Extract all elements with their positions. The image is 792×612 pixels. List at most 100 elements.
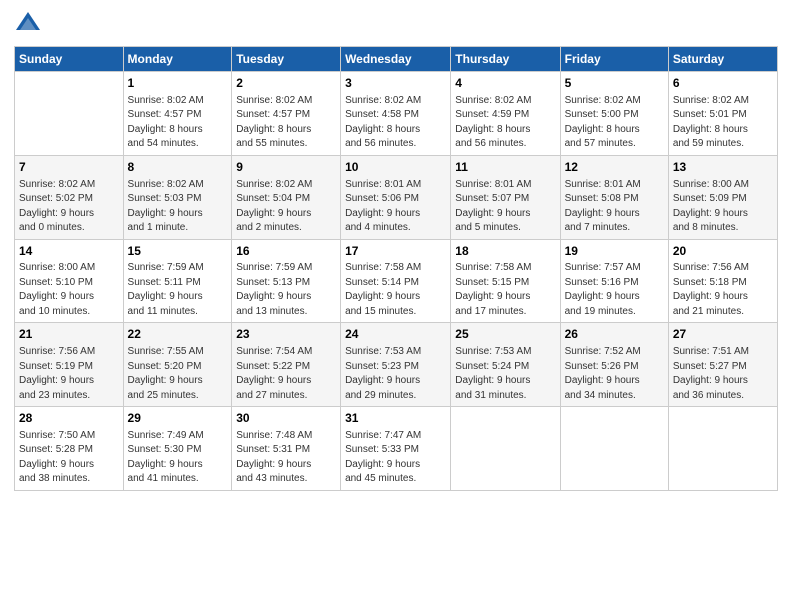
calendar-cell: 23 Sunrise: 7:54 AM Sunset: 5:22 PM Dayli… xyxy=(232,323,341,407)
day-number: 17 xyxy=(345,243,446,260)
day-info: Sunrise: 8:01 AM Sunset: 5:07 PM Dayligh… xyxy=(455,178,555,236)
calendar-cell: 21 Sunrise: 7:56 AM Sunset: 5:19 PM Dayli… xyxy=(15,323,124,407)
day-info: Sunrise: 7:57 AM Sunset: 5:16 PM Dayligh… xyxy=(565,261,664,319)
day-number: 23 xyxy=(236,326,336,343)
calendar-cell: 24 Sunrise: 7:53 AM Sunset: 5:23 PM Dayli… xyxy=(341,323,451,407)
calendar-cell: 13Sunrise: 8:00 AM Sunset: 5:09 PM Dayli… xyxy=(668,155,777,239)
calendar-cell: 30 Sunrise: 7:48 AM Sunset: 5:31 PM Dayli… xyxy=(232,407,341,491)
day-number: 20 xyxy=(673,243,773,260)
day-info: Sunrise: 7:58 AM Sunset: 5:14 PM Dayligh… xyxy=(345,261,446,319)
day-info: Sunrise: 8:02 AM Sunset: 5:01 PM Dayligh… xyxy=(673,94,773,152)
day-info: Sunrise: 8:02 AM Sunset: 5:00 PM Dayligh… xyxy=(565,94,664,152)
day-info: Sunrise: 7:48 AM Sunset: 5:31 PM Dayligh… xyxy=(236,429,336,487)
logo xyxy=(14,10,44,38)
day-info: Sunrise: 8:02 AM Sunset: 5:02 PM Dayligh… xyxy=(19,178,119,236)
calendar-cell: 7 Sunrise: 8:02 AM Sunset: 5:02 PM Daylig… xyxy=(15,155,124,239)
day-number: 21 xyxy=(19,326,119,343)
day-number: 12 xyxy=(565,159,664,176)
calendar-cell: 22 Sunrise: 7:55 AM Sunset: 5:20 PM Dayli… xyxy=(123,323,232,407)
calendar-cell xyxy=(560,407,668,491)
calendar-cell: 10Sunrise: 8:01 AM Sunset: 5:06 PM Dayli… xyxy=(341,155,451,239)
day-info: Sunrise: 7:58 AM Sunset: 5:15 PM Dayligh… xyxy=(455,261,555,319)
day-info: Sunrise: 8:02 AM Sunset: 4:58 PM Dayligh… xyxy=(345,94,446,152)
calendar-cell: 29Sunrise: 7:49 AM Sunset: 5:30 PM Dayli… xyxy=(123,407,232,491)
calendar-cell: 31Sunrise: 7:47 AM Sunset: 5:33 PM Dayli… xyxy=(341,407,451,491)
week-row-3: 14Sunrise: 8:00 AM Sunset: 5:10 PM Dayli… xyxy=(15,239,778,323)
day-number: 25 xyxy=(455,326,555,343)
day-number: 8 xyxy=(128,159,228,176)
day-number: 1 xyxy=(128,75,228,92)
day-info: Sunrise: 8:00 AM Sunset: 5:09 PM Dayligh… xyxy=(673,178,773,236)
day-info: Sunrise: 7:53 AM Sunset: 5:24 PM Dayligh… xyxy=(455,345,555,403)
calendar-cell xyxy=(15,72,124,156)
day-number: 24 xyxy=(345,326,446,343)
day-number: 22 xyxy=(128,326,228,343)
calendar-cell: 25 Sunrise: 7:53 AM Sunset: 5:24 PM Dayli… xyxy=(451,323,560,407)
day-info: Sunrise: 8:02 AM Sunset: 4:59 PM Dayligh… xyxy=(455,94,555,152)
day-info: Sunrise: 8:01 AM Sunset: 5:08 PM Dayligh… xyxy=(565,178,664,236)
calendar-cell: 11 Sunrise: 8:01 AM Sunset: 5:07 PM Dayli… xyxy=(451,155,560,239)
calendar-header-row: SundayMondayTuesdayWednesdayThursdayFrid… xyxy=(15,47,778,72)
day-number: 27 xyxy=(673,326,773,343)
calendar-cell: 17Sunrise: 7:58 AM Sunset: 5:14 PM Dayli… xyxy=(341,239,451,323)
week-row-4: 21 Sunrise: 7:56 AM Sunset: 5:19 PM Dayli… xyxy=(15,323,778,407)
calendar-cell: 4 Sunrise: 8:02 AM Sunset: 4:59 PM Daylig… xyxy=(451,72,560,156)
page-header xyxy=(14,10,778,38)
day-number: 11 xyxy=(455,159,555,176)
week-row-2: 7 Sunrise: 8:02 AM Sunset: 5:02 PM Daylig… xyxy=(15,155,778,239)
day-number: 26 xyxy=(565,326,664,343)
calendar-cell: 1 Sunrise: 8:02 AM Sunset: 4:57 PM Daylig… xyxy=(123,72,232,156)
col-header-monday: Monday xyxy=(123,47,232,72)
col-header-wednesday: Wednesday xyxy=(341,47,451,72)
day-number: 19 xyxy=(565,243,664,260)
day-number: 30 xyxy=(236,410,336,427)
day-number: 7 xyxy=(19,159,119,176)
day-number: 3 xyxy=(345,75,446,92)
day-number: 28 xyxy=(19,410,119,427)
day-info: Sunrise: 7:51 AM Sunset: 5:27 PM Dayligh… xyxy=(673,345,773,403)
calendar-cell: 6 Sunrise: 8:02 AM Sunset: 5:01 PM Daylig… xyxy=(668,72,777,156)
calendar-cell: 16Sunrise: 7:59 AM Sunset: 5:13 PM Dayli… xyxy=(232,239,341,323)
day-info: Sunrise: 8:02 AM Sunset: 5:04 PM Dayligh… xyxy=(236,178,336,236)
day-info: Sunrise: 7:55 AM Sunset: 5:20 PM Dayligh… xyxy=(128,345,228,403)
day-number: 16 xyxy=(236,243,336,260)
col-header-sunday: Sunday xyxy=(15,47,124,72)
week-row-1: 1 Sunrise: 8:02 AM Sunset: 4:57 PM Daylig… xyxy=(15,72,778,156)
day-info: Sunrise: 7:56 AM Sunset: 5:18 PM Dayligh… xyxy=(673,261,773,319)
day-number: 29 xyxy=(128,410,228,427)
calendar-cell: 9 Sunrise: 8:02 AM Sunset: 5:04 PM Daylig… xyxy=(232,155,341,239)
calendar-cell: 19Sunrise: 7:57 AM Sunset: 5:16 PM Dayli… xyxy=(560,239,668,323)
calendar-table: SundayMondayTuesdayWednesdayThursdayFrid… xyxy=(14,46,778,491)
day-number: 6 xyxy=(673,75,773,92)
day-number: 31 xyxy=(345,410,446,427)
logo-icon xyxy=(14,10,42,38)
col-header-thursday: Thursday xyxy=(451,47,560,72)
day-info: Sunrise: 7:53 AM Sunset: 5:23 PM Dayligh… xyxy=(345,345,446,403)
calendar-cell: 14Sunrise: 8:00 AM Sunset: 5:10 PM Dayli… xyxy=(15,239,124,323)
day-number: 4 xyxy=(455,75,555,92)
col-header-tuesday: Tuesday xyxy=(232,47,341,72)
calendar-cell: 18Sunrise: 7:58 AM Sunset: 5:15 PM Dayli… xyxy=(451,239,560,323)
day-number: 2 xyxy=(236,75,336,92)
calendar-cell: 28Sunrise: 7:50 AM Sunset: 5:28 PM Dayli… xyxy=(15,407,124,491)
calendar-cell xyxy=(668,407,777,491)
day-info: Sunrise: 7:52 AM Sunset: 5:26 PM Dayligh… xyxy=(565,345,664,403)
calendar-cell: 26 Sunrise: 7:52 AM Sunset: 5:26 PM Dayli… xyxy=(560,323,668,407)
day-number: 9 xyxy=(236,159,336,176)
calendar-cell xyxy=(451,407,560,491)
calendar-cell: 8 Sunrise: 8:02 AM Sunset: 5:03 PM Daylig… xyxy=(123,155,232,239)
calendar-cell: 2 Sunrise: 8:02 AM Sunset: 4:57 PM Daylig… xyxy=(232,72,341,156)
day-info: Sunrise: 8:02 AM Sunset: 5:03 PM Dayligh… xyxy=(128,178,228,236)
day-number: 18 xyxy=(455,243,555,260)
col-header-saturday: Saturday xyxy=(668,47,777,72)
day-info: Sunrise: 8:02 AM Sunset: 4:57 PM Dayligh… xyxy=(128,94,228,152)
day-info: Sunrise: 8:02 AM Sunset: 4:57 PM Dayligh… xyxy=(236,94,336,152)
week-row-5: 28Sunrise: 7:50 AM Sunset: 5:28 PM Dayli… xyxy=(15,407,778,491)
day-info: Sunrise: 7:59 AM Sunset: 5:11 PM Dayligh… xyxy=(128,261,228,319)
calendar-cell: 5 Sunrise: 8:02 AM Sunset: 5:00 PM Daylig… xyxy=(560,72,668,156)
day-info: Sunrise: 7:56 AM Sunset: 5:19 PM Dayligh… xyxy=(19,345,119,403)
day-number: 5 xyxy=(565,75,664,92)
calendar-cell: 20Sunrise: 7:56 AM Sunset: 5:18 PM Dayli… xyxy=(668,239,777,323)
day-info: Sunrise: 7:54 AM Sunset: 5:22 PM Dayligh… xyxy=(236,345,336,403)
day-info: Sunrise: 8:00 AM Sunset: 5:10 PM Dayligh… xyxy=(19,261,119,319)
